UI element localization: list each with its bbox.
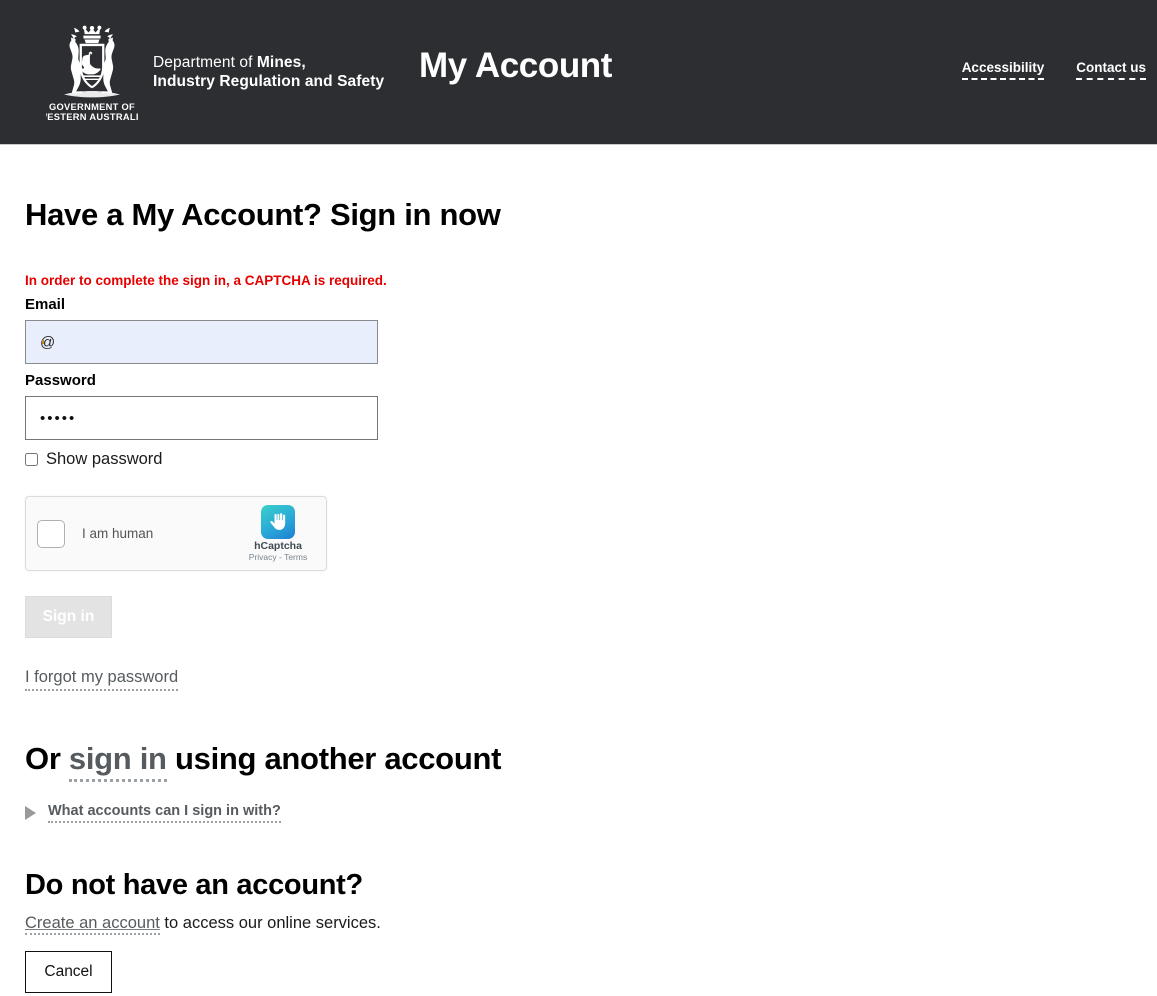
accounts-disclosure[interactable]: What accounts can I sign in with? bbox=[25, 803, 1157, 823]
department-line2: Industry Regulation and Safety bbox=[153, 73, 385, 90]
crest-line2: WESTERN AUSTRALIA bbox=[46, 112, 138, 122]
other-account-title-before: Or bbox=[25, 741, 69, 776]
accounts-disclosure-label[interactable]: What accounts can I sign in with? bbox=[48, 803, 281, 823]
show-password-label[interactable]: Show password bbox=[46, 450, 162, 469]
crest-line1: GOVERNMENT OF bbox=[49, 102, 135, 112]
department-line1-bold: Mines, bbox=[256, 54, 306, 71]
email-input[interactable] bbox=[25, 320, 378, 364]
site-header: GOVERNMENT OF WESTERN AUSTRALIA Departme… bbox=[0, 0, 1157, 145]
department-line1-light: Department of bbox=[153, 54, 257, 71]
show-password-row: Show password bbox=[25, 450, 1157, 469]
sign-in-other-link[interactable]: sign in bbox=[68, 741, 167, 782]
no-account-title: Do not have an account? bbox=[25, 869, 363, 901]
app-title: My Account bbox=[419, 46, 613, 85]
chevron-right-icon[interactable] bbox=[25, 806, 36, 820]
password-input[interactable] bbox=[25, 396, 378, 440]
email-field-wrapper bbox=[25, 320, 378, 364]
hcaptcha-checkbox[interactable] bbox=[37, 519, 65, 548]
contact-us-link[interactable]: Contact us bbox=[1076, 60, 1146, 80]
wa-government-crest-icon: GOVERNMENT OF WESTERN AUSTRALIA bbox=[46, 25, 138, 122]
department-name: Department of Mines, Industry Regulation… bbox=[153, 53, 384, 91]
create-account-link[interactable]: Create an account bbox=[25, 914, 160, 935]
password-label: Password bbox=[25, 372, 96, 389]
other-account-title-after: using another account bbox=[166, 741, 502, 776]
hcaptcha-brand-name: hCaptcha bbox=[254, 539, 302, 552]
show-password-checkbox[interactable] bbox=[25, 453, 38, 466]
sign-in-button[interactable]: Sign in bbox=[25, 596, 112, 638]
hcaptcha-hand-icon bbox=[261, 504, 295, 539]
create-account-line: Create an account to access our online s… bbox=[25, 914, 1157, 935]
email-label: Email bbox=[25, 296, 66, 313]
page-title: Have a My Account? Sign in now bbox=[25, 197, 501, 232]
hcaptcha-widget[interactable]: I am human hCaptcha Privacy - Terms bbox=[25, 496, 327, 571]
accessibility-link[interactable]: Accessibility bbox=[961, 60, 1045, 80]
cancel-button[interactable]: Cancel bbox=[25, 951, 112, 993]
captcha-error-message: In order to complete the sign in, a CAPT… bbox=[25, 273, 387, 288]
create-account-rest: to access our online services. bbox=[159, 914, 381, 932]
brand-block: GOVERNMENT OF WESTERN AUSTRALIA Departme… bbox=[46, 20, 384, 124]
hcaptcha-brand: hCaptcha Privacy - Terms bbox=[241, 504, 315, 563]
hcaptcha-privacy-terms[interactable]: Privacy - Terms bbox=[241, 552, 315, 563]
forgot-password-link[interactable]: I forgot my password bbox=[25, 668, 179, 691]
other-account-title: Or sign in using another account bbox=[25, 741, 1157, 782]
hcaptcha-label: I am human bbox=[82, 526, 154, 541]
main-content: Have a My Account? Sign in now In order … bbox=[0, 197, 1157, 993]
header-nav: Accessibility Contact us bbox=[961, 60, 1146, 80]
